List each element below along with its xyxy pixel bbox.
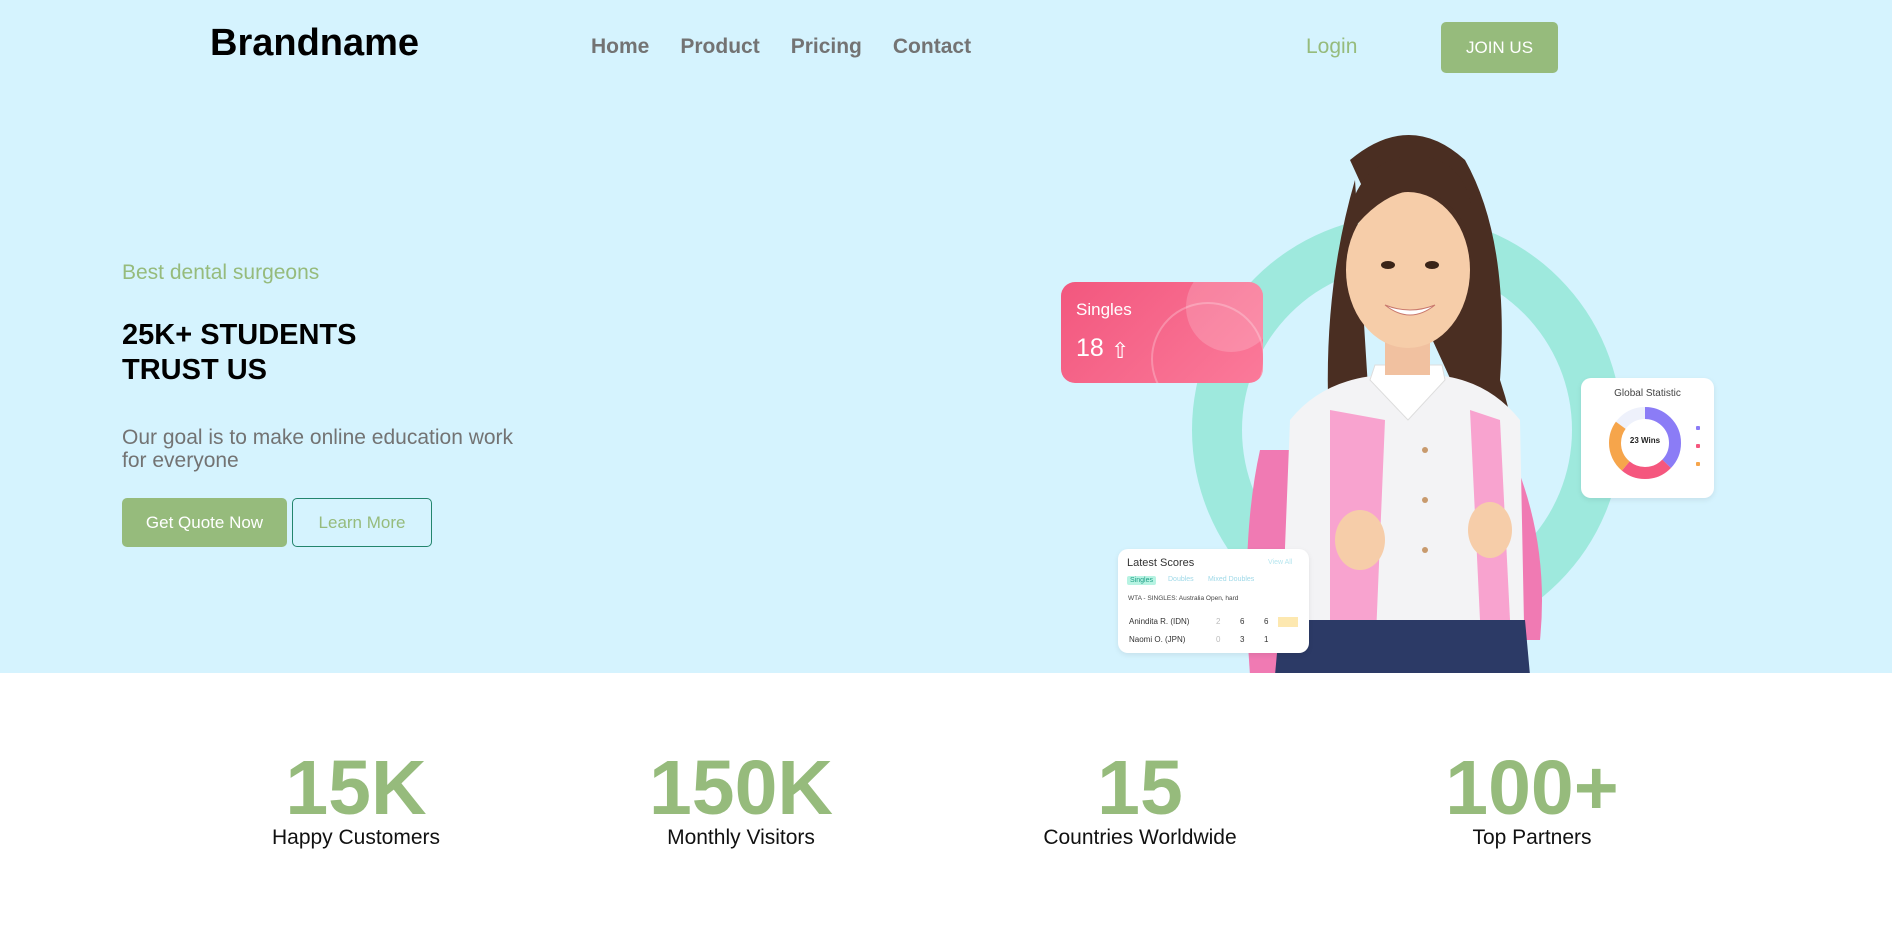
stat-value: 150K (648, 745, 834, 831)
tab-doubles[interactable]: Doubles (1168, 576, 1194, 583)
player-name: Naomi O. (JPN) (1129, 635, 1186, 644)
login-link[interactable]: Login (1306, 35, 1357, 59)
stat-value: 15 (1097, 745, 1183, 831)
view-all-link[interactable]: View All (1268, 559, 1292, 566)
stat-label: Happy Customers (271, 826, 441, 849)
score-cell: 3 (1240, 635, 1245, 644)
legend-dot (1696, 426, 1700, 430)
global-statistic-card: Global Statistic 23 Wins (1581, 378, 1714, 498)
singles-title: Singles (1076, 300, 1132, 319)
stat-item: 150K Monthly Visitors (641, 748, 841, 850)
latest-scores-title: Latest Scores (1127, 557, 1195, 569)
stat-item: 100+ Top Partners (1432, 748, 1632, 850)
nav-product[interactable]: Product (680, 35, 759, 59)
arrow-up-icon: ⇧ (1111, 338, 1130, 363)
stat-value: 15K (285, 745, 427, 831)
hero-description: Our goal is to make online education wor… (122, 426, 514, 472)
tab-singles[interactable]: Singles (1127, 576, 1156, 585)
stat-label: Monthly Visitors (667, 826, 815, 849)
nav-pricing[interactable]: Pricing (791, 35, 862, 59)
nav-home[interactable]: Home (591, 35, 649, 59)
main-nav: Home Product Pricing Contact (591, 35, 971, 59)
latest-scores-card: Latest Scores View All Singles Doubles M… (1118, 549, 1309, 653)
global-statistic-title: Global Statistic (1614, 388, 1681, 399)
legend-dot (1696, 462, 1700, 466)
nav-contact[interactable]: Contact (893, 35, 971, 59)
hero-section: Brandname Home Product Pricing Contact L… (0, 0, 1892, 673)
event-label: WTA - SINGLES: Australia Open, hard (1128, 595, 1239, 602)
score-cell: 2 (1216, 617, 1221, 626)
legend-dot (1696, 444, 1700, 448)
score-cell: 1 (1264, 635, 1269, 644)
stat-item: 15 Countries Worldwide (1030, 748, 1250, 850)
stat-value: 100+ (1445, 745, 1619, 831)
score-cell: 6 (1264, 617, 1269, 626)
score-highlight (1278, 617, 1298, 627)
tab-mixed-doubles[interactable]: Mixed Doubles (1208, 576, 1254, 583)
learn-more-button[interactable]: Learn More (292, 498, 432, 547)
donut-center-label: 23 Wins (1629, 436, 1661, 445)
join-us-button[interactable]: JOIN US (1441, 22, 1558, 73)
get-quote-button[interactable]: Get Quote Now (122, 498, 287, 547)
stat-label: Countries Worldwide (1043, 826, 1237, 849)
hero-tagline: Best dental surgeons (122, 261, 320, 284)
hero-headline: 25K+ STUDENTS TRUST US (122, 319, 357, 386)
singles-card: Singles 18 ⇧ (1061, 282, 1263, 383)
singles-value: 18 (1076, 334, 1104, 362)
score-cell: 6 (1240, 617, 1245, 626)
player-name: Anindita R. (IDN) (1129, 617, 1190, 626)
brand-logo[interactable]: Brandname (210, 22, 419, 65)
score-cell: 0 (1216, 635, 1221, 644)
stats-section: 15K Happy Customers 150K Monthly Visitor… (0, 673, 1892, 928)
stat-item: 15K Happy Customers (256, 748, 456, 850)
